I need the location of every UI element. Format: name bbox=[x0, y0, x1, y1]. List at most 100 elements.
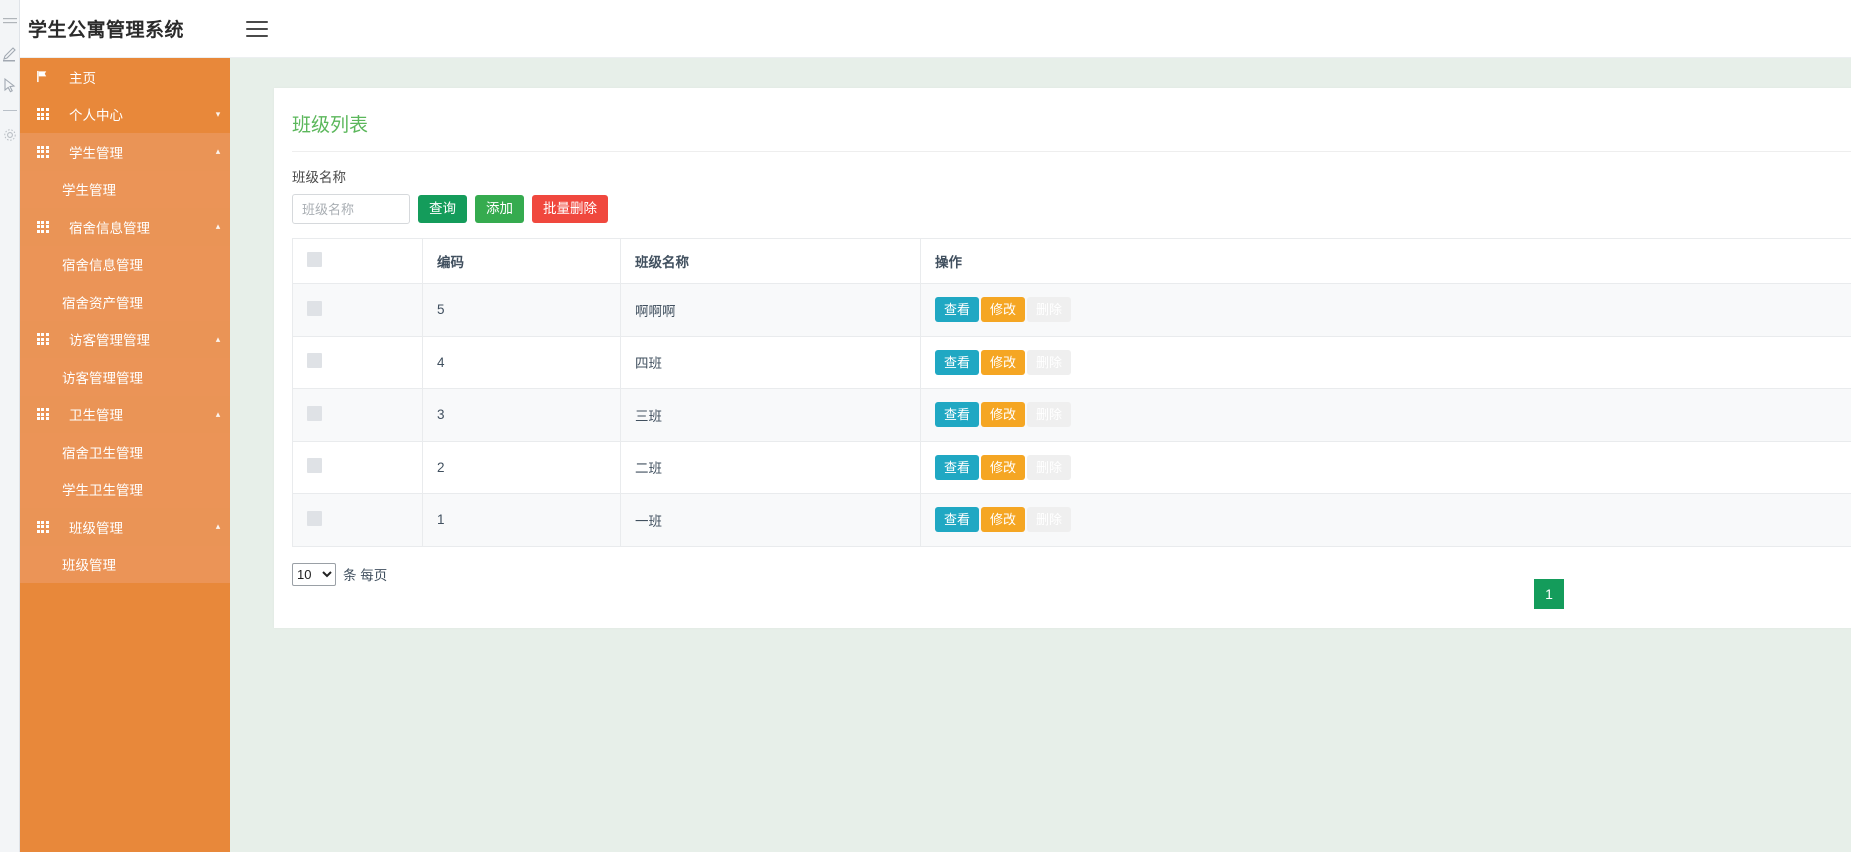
cursor-pointer-icon[interactable] bbox=[2, 77, 18, 94]
row-action-group: 查看 修改 删除 bbox=[935, 454, 1841, 480]
delete-button[interactable]: 删除 bbox=[1027, 507, 1072, 533]
table-header-name: 班级名称 bbox=[620, 238, 921, 284]
hamburger-icon[interactable] bbox=[246, 20, 269, 37]
sidebar-item-label: 宿舍信息管理 bbox=[69, 220, 150, 236]
query-button[interactable]: 查询 bbox=[418, 195, 467, 223]
row-checkbox[interactable] bbox=[307, 510, 322, 526]
page-number-list: 1 bbox=[1534, 578, 1564, 609]
table-row: 4 四班 查看 修改 删除 bbox=[292, 335, 1851, 389]
edit-button[interactable]: 修改 bbox=[981, 454, 1026, 480]
add-button[interactable]: 添加 bbox=[475, 195, 524, 223]
grid-icon bbox=[34, 408, 51, 421]
pagination-bar: 102050100 条 每页 1 bbox=[292, 562, 1851, 609]
sidebar-item-label: 班级管理 bbox=[62, 558, 116, 574]
page-button[interactable]: 1 bbox=[1534, 578, 1564, 609]
sidebar-item-1[interactable]: 个人中心 ▾ bbox=[20, 95, 230, 133]
grid-icon bbox=[34, 520, 51, 533]
row-name-cell: 啊啊啊 bbox=[620, 283, 921, 337]
row-checkbox[interactable] bbox=[307, 458, 322, 474]
chevron-up-icon: ▴ bbox=[215, 146, 221, 157]
sidebar-item-label: 宿舍卫生管理 bbox=[62, 445, 143, 461]
table-header-row: 编码 班级名称 操作 bbox=[292, 238, 1851, 284]
page-title: 班级列表 bbox=[292, 88, 1851, 152]
page-size-select[interactable]: 102050100 bbox=[292, 562, 336, 586]
table-row: 1 一班 查看 修改 删除 bbox=[292, 493, 1851, 547]
search-form: 班级名称 查询 添加 批量删除 bbox=[292, 152, 1851, 224]
select-all-checkbox[interactable] bbox=[307, 252, 322, 267]
batch-delete-button[interactable]: 批量删除 bbox=[532, 195, 608, 223]
class-table: 编码 班级名称 操作 5 啊啊啊 查看 修改 删除 4 四班 查看 修改 删除 3 三班 查看 修改 删除 2… bbox=[292, 238, 1851, 547]
sidebar-item-13[interactable]: 班级管理 bbox=[20, 545, 230, 583]
row-checkbox[interactable] bbox=[307, 353, 322, 369]
sidebar-item-2[interactable]: 学生管理 ▴ bbox=[20, 133, 230, 171]
pencil-icon[interactable] bbox=[2, 46, 18, 62]
view-button[interactable]: 查看 bbox=[935, 402, 980, 428]
sidebar-item-label: 宿舍信息管理 bbox=[62, 258, 143, 274]
row-select-cell bbox=[292, 493, 423, 547]
delete-button[interactable]: 删除 bbox=[1027, 349, 1072, 375]
row-action-group: 查看 修改 删除 bbox=[935, 297, 1841, 323]
sidebar-item-6[interactable]: 宿舍资产管理 bbox=[20, 283, 230, 321]
sidebar-item-7[interactable]: 访客管理管理 ▴ bbox=[20, 320, 230, 358]
sidebar-item-label: 学生管理 bbox=[69, 145, 123, 161]
sidebar-item-label: 个人中心 bbox=[69, 108, 123, 124]
chevron-up-icon: ▴ bbox=[215, 333, 221, 344]
chevron-up-icon: ▴ bbox=[215, 408, 221, 419]
sidebar-item-10[interactable]: 宿舍卫生管理 bbox=[20, 433, 230, 471]
view-button[interactable]: 查看 bbox=[935, 454, 980, 480]
row-name-cell: 四班 bbox=[620, 335, 921, 389]
row-code-cell: 2 bbox=[422, 440, 621, 494]
left-tool-rail bbox=[0, 0, 20, 852]
table-row: 2 二班 查看 修改 删除 bbox=[292, 440, 1851, 494]
sidebar-item-label: 班级管理 bbox=[69, 520, 123, 536]
edit-button[interactable]: 修改 bbox=[981, 402, 1026, 428]
row-actions-cell: 查看 修改 删除 bbox=[920, 283, 1851, 337]
sidebar-item-label: 访客管理管理 bbox=[69, 333, 150, 349]
class-name-search-input[interactable] bbox=[292, 194, 410, 224]
sidebar-item-5[interactable]: 宿舍信息管理 bbox=[20, 245, 230, 283]
sidebar-item-label: 卫生管理 bbox=[69, 408, 123, 424]
grid-icon bbox=[34, 108, 51, 121]
edit-button[interactable]: 修改 bbox=[981, 297, 1026, 323]
sidebar-item-3[interactable]: 学生管理 bbox=[20, 170, 230, 208]
row-action-group: 查看 修改 删除 bbox=[935, 507, 1841, 533]
grid-icon bbox=[34, 220, 51, 233]
table-header-select bbox=[292, 238, 423, 284]
grid-icon bbox=[34, 145, 51, 158]
sidebar-item-9[interactable]: 卫生管理 ▴ bbox=[20, 395, 230, 433]
main-content: 班级列表 班级名称 查询 添加 批量删除 bbox=[230, 58, 1851, 852]
delete-button[interactable]: 删除 bbox=[1027, 454, 1072, 480]
table-header-code: 编码 bbox=[422, 238, 621, 284]
table-row: 3 三班 查看 修改 删除 bbox=[292, 388, 1851, 442]
delete-button[interactable]: 删除 bbox=[1027, 402, 1072, 428]
row-name-cell: 一班 bbox=[620, 493, 921, 547]
sidebar-item-4[interactable]: 宿舍信息管理 ▴ bbox=[20, 208, 230, 246]
class-list-card: 班级列表 班级名称 查询 添加 批量删除 bbox=[274, 88, 1851, 628]
search-field-label: 班级名称 bbox=[292, 170, 346, 185]
sidebar-item-8[interactable]: 访客管理管理 bbox=[20, 358, 230, 396]
top-header: 学生公寓管理系统 bbox=[20, 0, 1851, 58]
application-root: 学生公寓管理系统 主页 个人中心 ▾ 学生管理 ▴ 学生管理 宿舍信息管理 ▴ 宿舍信息管理 宿舍… bbox=[0, 0, 1851, 852]
delete-button[interactable]: 删除 bbox=[1027, 297, 1072, 323]
row-name-cell: 三班 bbox=[620, 388, 921, 442]
sidebar-item-label: 访客管理管理 bbox=[62, 370, 143, 386]
sidebar-item-11[interactable]: 学生卫生管理 bbox=[20, 470, 230, 508]
edit-button[interactable]: 修改 bbox=[981, 349, 1026, 375]
sidebar-item-label: 宿舍资产管理 bbox=[62, 295, 143, 311]
row-checkbox[interactable] bbox=[307, 300, 322, 316]
edit-button[interactable]: 修改 bbox=[981, 507, 1026, 533]
row-checkbox[interactable] bbox=[307, 405, 322, 421]
row-action-group: 查看 修改 删除 bbox=[935, 349, 1841, 375]
view-button[interactable]: 查看 bbox=[935, 507, 980, 533]
view-button[interactable]: 查看 bbox=[935, 297, 980, 323]
view-button[interactable]: 查看 bbox=[935, 349, 980, 375]
sidebar-item-label: 主页 bbox=[69, 70, 96, 86]
sidebar-item-12[interactable]: 班级管理 ▴ bbox=[20, 508, 230, 546]
row-code-cell: 4 bbox=[422, 335, 621, 389]
row-code-cell: 1 bbox=[422, 493, 621, 547]
menu-lines-icon[interactable] bbox=[2, 14, 18, 30]
chevron-down-icon: ▾ bbox=[215, 108, 221, 119]
gear-icon[interactable] bbox=[2, 127, 18, 143]
sidebar-item-0[interactable]: 主页 bbox=[20, 58, 230, 96]
chevron-up-icon: ▴ bbox=[215, 221, 221, 232]
